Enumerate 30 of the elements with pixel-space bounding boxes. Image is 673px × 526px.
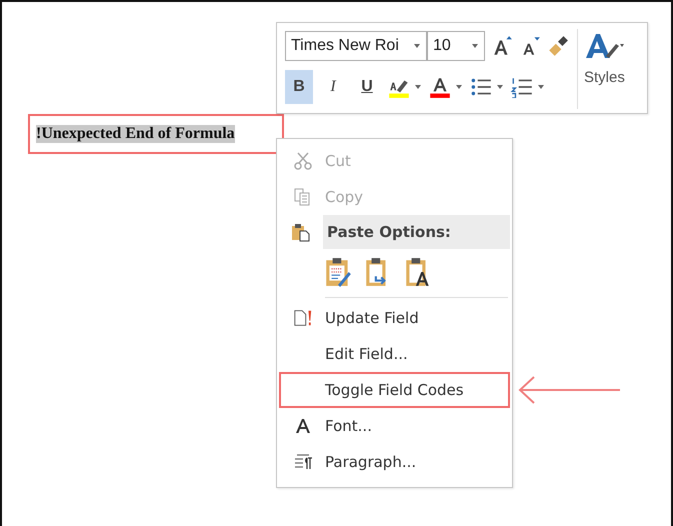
keep-text-only-paste-icon[interactable] <box>405 257 431 287</box>
paste-options-heading: Paste Options: <box>323 215 510 249</box>
paragraph-icon <box>293 452 313 472</box>
menu-item[interactable]: Update Field <box>279 300 510 336</box>
menu-item[interactable]: Toggle Field Codes <box>279 372 510 408</box>
dropdown-icon[interactable] <box>496 85 504 89</box>
dropdown-icon <box>413 44 421 48</box>
dropdown-icon[interactable] <box>414 85 422 89</box>
dropdown-icon[interactable] <box>455 85 463 89</box>
document-exclamation-icon <box>293 308 313 328</box>
dropdown-icon <box>471 44 479 48</box>
font-icon <box>293 416 313 436</box>
menu-item[interactable]: Font... <box>279 408 510 444</box>
menu-item[interactable]: Paragraph... <box>279 444 510 480</box>
bold-button[interactable]: B <box>285 70 313 104</box>
clipboard-icon <box>291 222 311 242</box>
underline-button[interactable]: U <box>353 70 381 104</box>
keep-formatting-paste-icon[interactable] <box>325 257 351 287</box>
field-result-text: !Unexpected End of Formula <box>36 125 235 143</box>
italic-button[interactable]: I <box>319 70 347 104</box>
scissors-icon <box>293 151 313 171</box>
dropdown-icon[interactable] <box>537 85 545 89</box>
brush-icon[interactable] <box>547 35 569 57</box>
menu-item[interactable]: Edit Field... <box>279 336 510 372</box>
font-name-box[interactable]: Times New Roi <box>285 31 427 61</box>
styles-button[interactable]: Styles <box>584 29 625 109</box>
font-size-box[interactable]: 10 <box>427 31 485 61</box>
bullets-icon[interactable] <box>469 76 493 98</box>
font-color-icon[interactable] <box>428 76 452 98</box>
numbering-icon[interactable] <box>510 76 534 98</box>
